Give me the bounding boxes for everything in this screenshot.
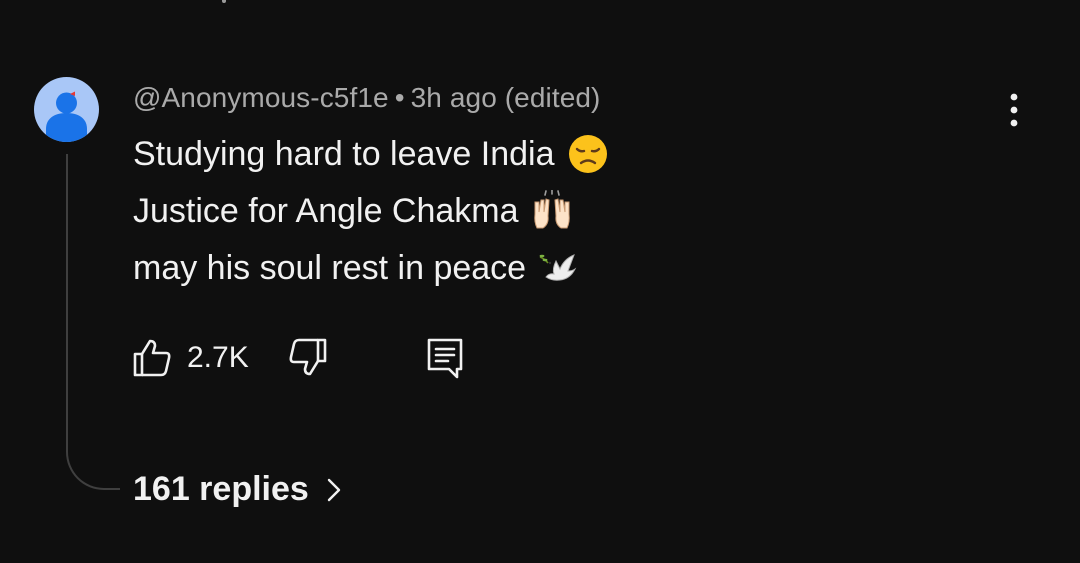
meta-separator: • — [394, 82, 405, 113]
comment-reply-icon — [427, 338, 463, 379]
avatar[interactable] — [34, 77, 99, 142]
comment-text-2: Justice for Angle Chakma — [133, 191, 519, 230]
comment-line-1: Studying hard to leave India — [133, 133, 609, 175]
disappointed-face-icon — [568, 135, 607, 173]
thread-connector-line — [66, 154, 120, 490]
chevron-right-icon — [327, 478, 340, 501]
replies-count-label: 161 replies — [133, 470, 309, 508]
thumbs-down-icon — [289, 338, 327, 376]
like-button[interactable]: 2.7K — [131, 336, 249, 380]
comment-meta: @Anonymous-c5f1e • 3h ago (edited) — [133, 82, 600, 114]
dove-icon — [539, 254, 577, 281]
more-vert-icon — [1010, 93, 1018, 127]
default-user-icon — [46, 91, 87, 142]
more-options-button[interactable] — [996, 92, 1032, 128]
like-count: 2.7K — [187, 341, 249, 374]
author-handle[interactable]: @Anonymous-c5f1e — [133, 82, 389, 113]
comment-line-3: may his soul rest in peace — [133, 247, 580, 289]
view-replies-button[interactable]: 161 replies — [133, 470, 343, 509]
dislike-button[interactable] — [287, 336, 331, 380]
raising-hands-icon — [533, 190, 570, 229]
reply-button[interactable] — [425, 336, 469, 380]
thumbs-up-icon — [133, 339, 171, 377]
comment-thread: @Anonymous-c5f1e • 3h ago (edited) Studyin… — [0, 0, 1080, 563]
comment-text-1: Studying hard to leave India — [133, 134, 555, 173]
comment-text-3: may his soul rest in peace — [133, 248, 527, 287]
comment-timestamp: 3h ago (edited) — [410, 82, 601, 113]
comment-line-2: Justice for Angle Chakma — [133, 190, 573, 232]
